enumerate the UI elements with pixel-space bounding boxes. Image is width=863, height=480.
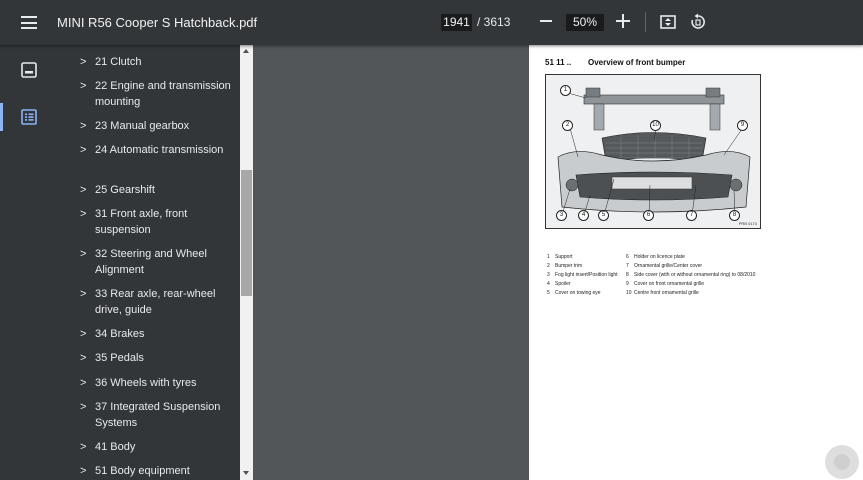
outline-item-label: 36 Wheels with tyres [95,375,235,391]
active-indicator [0,103,3,131]
outline-item-label: 41 Body [95,439,235,455]
callout-marker: 1 [560,85,571,96]
toolbar-divider [645,12,646,32]
callout-marker: 6 [643,210,654,221]
zoom-level-input[interactable]: 50% [566,14,604,31]
document-title: MINI R56 Cooper S Hatchback.pdf [57,15,257,30]
callout-marker: 7 [686,210,697,221]
chevron-right-icon[interactable]: > [80,246,86,262]
chevron-right-icon[interactable]: > [80,463,86,479]
outline-icon[interactable] [20,108,38,126]
outline-item-label: 35 Pedals [95,350,235,366]
scroll-up-arrow-icon[interactable] [243,49,249,53]
chevron-right-icon[interactable]: > [80,54,86,70]
outline-item-label: 32 Steering and Wheel Alignment [95,246,235,278]
scroll-down-arrow-icon[interactable] [243,471,249,475]
outline-panel: > 21 Clutch > 22 Engine and transmission… [57,45,240,480]
chevron-right-icon[interactable]: > [80,326,86,342]
callout-marker: 10 [650,120,661,131]
fit-to-page-icon[interactable] [660,14,676,30]
chevron-right-icon[interactable]: > [80,182,86,198]
pdf-page: 51 11 .. Overview of front bumper [529,45,863,480]
page-number-input[interactable]: 1941 [441,14,472,31]
outline-item-label: 37 Integrated Suspension Systems [95,399,235,431]
page-total: / 3613 [477,15,510,29]
outline-scrollbar[interactable] [240,45,253,480]
outline-item-label: 22 Engine and transmission mounting [95,78,235,110]
rotate-icon[interactable] [689,13,707,31]
menu-icon[interactable] [21,16,37,29]
zoom-out-icon[interactable] [540,20,552,22]
callout-marker: 3 [556,210,567,221]
chevron-right-icon[interactable]: > [80,350,86,366]
chevron-right-icon[interactable]: > [80,142,86,158]
callout-marker: 4 [578,210,589,221]
outline-item-label: 34 Brakes [95,326,235,342]
floating-action-button[interactable] [825,445,859,479]
chevron-right-icon[interactable]: > [80,118,86,134]
thumbnails-icon[interactable] [20,61,38,79]
chevron-right-icon[interactable]: > [80,206,86,222]
callout-marker: 9 [737,120,748,131]
scrollbar-thumb[interactable] [241,170,252,296]
callout-marker: 8 [729,210,740,221]
figure-code: PRB 0174 [739,221,757,226]
callout-marker: 5 [598,210,609,221]
chevron-right-icon[interactable]: > [80,375,86,391]
page-heading: Overview of front bumper [588,58,685,67]
bumper-illustration [546,75,760,228]
chevron-right-icon[interactable]: > [80,439,86,455]
outline-item-label: 31 Front axle, front suspension [95,206,235,238]
outline-item-label: 23 Manual gearbox [95,118,235,134]
outline-item-label: 21 Clutch [95,54,235,70]
outline-item-label: 24 Automatic transmission [95,142,235,158]
outline-item-label: 25 Gearshift [95,182,235,198]
outline-item-label: 33 Rear axle, rear-wheel drive, guide [95,286,235,318]
chevron-right-icon[interactable]: > [80,78,86,94]
pdf-toolbar: MINI R56 Cooper S Hatchback.pdf 1941 / 3… [0,0,863,45]
bumper-diagram: 1 2 10 9 3 4 5 6 7 8 PRB 0174 [545,74,761,229]
zoom-in-icon[interactable] [616,14,630,28]
callout-marker: 2 [562,120,573,131]
section-number: 51 11 .. [545,58,571,67]
chevron-right-icon[interactable]: > [80,399,86,415]
outline-item-label: 51 Body equipment [95,463,235,479]
chevron-right-icon[interactable]: > [80,286,86,302]
sidebar-rail [0,45,57,480]
